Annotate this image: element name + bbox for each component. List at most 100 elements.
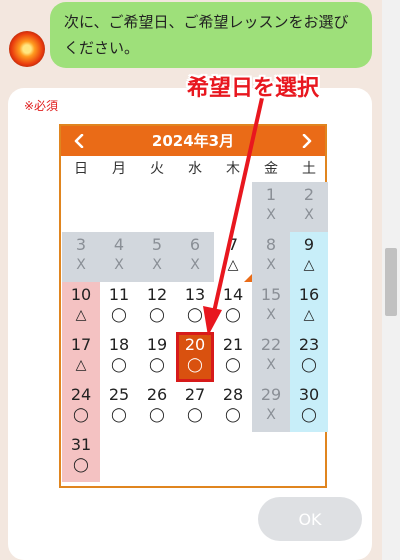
weekday-label: 日 [74,161,88,177]
day-cell[interactable]: 30 ◯ [290,382,328,432]
day-cell[interactable]: 11 ◯ [100,282,138,332]
availability-mark: X [266,257,276,273]
day-cell[interactable]: 24 ◯ [62,382,100,432]
scrollbar-thumb[interactable] [385,248,397,316]
day-cell[interactable]: 12 ◯ [138,282,176,332]
chat-bubble: 次に、ご希望日、ご希望レッスンをお選びください。 [50,2,372,68]
day-number: 25 [108,385,130,404]
day-number: 18 [108,335,130,354]
availability-mark: ◯ [301,357,317,373]
day-number: 27 [184,385,206,404]
required-label: ※必須 [24,99,59,113]
weekday-row: 日月火水木金土 [61,156,325,182]
day-number: 14 [222,285,244,304]
availability-mark: △ [75,307,87,323]
day-cell: 5X [138,232,176,282]
availability-mark: △ [303,307,315,323]
day-number: 23 [298,335,320,354]
day-cell: 4X [100,232,138,282]
availability-mark: ◯ [111,407,127,423]
day-cell[interactable]: 10 △ [62,282,100,332]
day-number: 26 [146,385,168,404]
availability-mark: X [266,407,276,423]
availability-mark: ◯ [187,307,203,323]
day-number: 6 [189,235,201,254]
day-cell[interactable]: 18 ◯ [100,332,138,382]
availability-mark: ◯ [149,307,165,323]
day-cell: 1X [252,182,290,232]
availability-mark: △ [303,257,315,273]
day-cell[interactable]: 14 ◯ [214,282,252,332]
day-cell[interactable]: 19 ◯ [138,332,176,382]
annotation-label: 希望日を選択 [187,76,320,101]
corner-marker [244,274,252,282]
day-number: 1 [265,185,277,204]
availability-mark: X [266,357,276,373]
day-cell[interactable]: 16 △ [290,282,328,332]
day-cell-selected[interactable]: 20 ◯ [176,332,214,382]
day-cell[interactable]: 25 ◯ [100,382,138,432]
day-cell: 15 X [252,282,290,332]
availability-mark: ◯ [111,357,127,373]
day-cell: 29 X [252,382,290,432]
availability-mark: ◯ [225,357,241,373]
availability-mark: X [152,257,162,273]
day-cell: 22 X [252,332,290,382]
day-number: 22 [260,335,282,354]
availability-mark: X [190,257,200,273]
day-cell[interactable]: 28 ◯ [214,382,252,432]
day-cell[interactable]: 7 △ [214,232,252,282]
day-number: 7 [227,235,239,254]
day-cell[interactable]: 23 ◯ [290,332,328,382]
availability-mark: △ [75,357,87,373]
day-cell: 3X [62,232,100,282]
weekday-label: 水 [188,161,202,177]
availability-mark: ◯ [149,407,165,423]
availability-mark: X [304,207,314,223]
day-number: 15 [260,285,282,304]
day-number: 19 [146,335,168,354]
bot-avatar [9,31,45,67]
day-number: 31 [70,435,92,454]
weekday-label: 木 [226,161,240,177]
day-number: 29 [260,385,282,404]
availability-mark: ◯ [111,307,127,323]
day-cell[interactable]: 27 ◯ [176,382,214,432]
availability-mark: ◯ [187,407,203,423]
day-number: 3 [75,235,87,254]
prev-month-button[interactable] [63,126,95,156]
day-cell[interactable]: 21 ◯ [214,332,252,382]
chevron-left-icon [74,134,84,148]
day-number: 9 [303,235,315,254]
availability-mark: ◯ [149,357,165,373]
availability-mark: ◯ [301,407,317,423]
day-cell[interactable]: 26 ◯ [138,382,176,432]
ok-button[interactable]: OK [258,497,362,541]
day-number: 30 [298,385,320,404]
availability-mark: X [76,257,86,273]
calendar-grid: 1 X 2 X 3 X 4 X 5 X 6 X 7 △ 8 X 9 △ 10 △ 11 ◯ 12 ◯ 13 ◯ 14 ◯ 15 X 16 △ 1… [61,182,328,486]
availability-mark: ◯ [225,407,241,423]
day-cell: 8X [252,232,290,282]
next-month-button[interactable] [291,126,323,156]
day-cell[interactable]: 31 ◯ [62,432,100,482]
availability-mark: ◯ [73,407,89,423]
day-number: 20 [184,335,206,354]
day-number: 21 [222,335,244,354]
day-cell[interactable]: 17 △ [62,332,100,382]
day-cell[interactable]: 13 ◯ [176,282,214,332]
day-number: 28 [222,385,244,404]
day-number: 17 [70,335,92,354]
day-number: 13 [184,285,206,304]
day-number: 11 [108,285,130,304]
availability-mark: X [266,207,276,223]
calendar: 2024年3月 日月火水木金土 1 X 2 X 3 X 4 X 5 X 6 X 7 △ 8 X 9 △ 10 △ 11 ◯… [59,124,328,488]
calendar-header: 2024年3月 [61,126,325,156]
weekday-label: 金 [264,161,278,177]
day-number: 8 [265,235,277,254]
day-cell: 2X [290,182,328,232]
availability-mark: X [266,307,276,323]
day-cell[interactable]: 9 △ [290,232,328,282]
availability-mark: ◯ [187,357,203,373]
day-number: 24 [70,385,92,404]
